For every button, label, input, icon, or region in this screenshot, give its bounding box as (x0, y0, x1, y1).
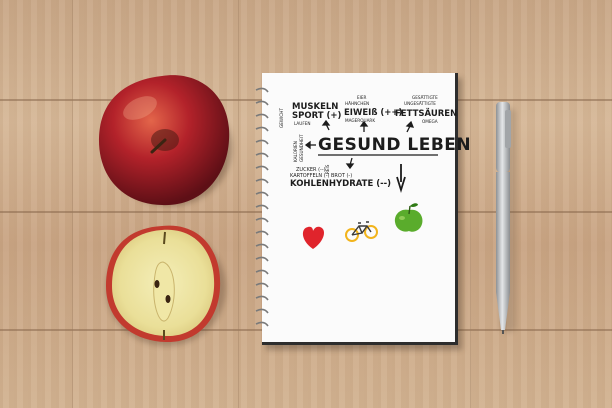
label-gesundheit: GESUNDHEIT (299, 134, 304, 162)
label-haehnchen: HÄHNCHEN (345, 101, 370, 106)
label-reis: REIS (325, 164, 330, 174)
label-sport: SPORT (+) (292, 111, 342, 121)
label-fettsaeuren: FETTSÄUREN (395, 109, 458, 119)
label-eiweiss: EIWEIß (++) (344, 108, 403, 118)
label-gewicht: GEWICHT (279, 108, 284, 128)
notebook-title: GESUND LEBEN (318, 135, 472, 155)
label-omega: OMEGA (422, 119, 438, 124)
ballpoint-pen (496, 102, 516, 334)
half-apple (106, 225, 226, 346)
label-gesaettigte: GESÄTTIGTE (412, 95, 438, 100)
whole-apple (98, 75, 232, 206)
label-eier: EIER (357, 95, 367, 100)
label-kohlenhydrate: KOHLENHYDRATE (--) (290, 179, 392, 189)
objects-layer (98, 73, 516, 350)
label-laufen: LAUFEN (294, 121, 311, 126)
label-magerquark: MAGERQUARK (345, 118, 376, 123)
label-ungesaettigte: UNGESÄTTIGTE (404, 101, 436, 106)
label-kalorien: KALORIEN (293, 141, 298, 162)
photo-scene: MUSKELN SPORT (+) LAUFEN EIER HÄHNCHEN E… (0, 0, 612, 408)
